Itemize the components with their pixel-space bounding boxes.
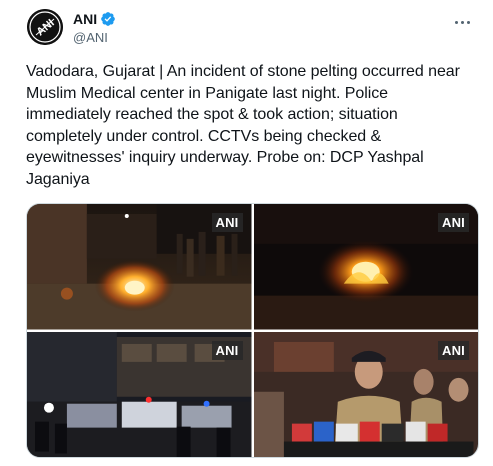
- display-name[interactable]: ANI: [73, 11, 97, 27]
- avatar[interactable]: ANI: [27, 9, 63, 45]
- media-watermark: ANI: [438, 340, 469, 360]
- verified-badge-icon: [101, 12, 115, 26]
- tweet-card[interactable]: ANI ANI @ANI Vadodara, Gujarat | An inci…: [0, 0, 493, 466]
- media-photo-fire-street[interactable]: ANI: [27, 204, 252, 330]
- author-names: ANI @ANI: [73, 11, 116, 45]
- media-grid: ANI ANI ANI ANI: [26, 203, 479, 458]
- more-options-icon[interactable]: [449, 13, 475, 31]
- media-watermark: ANI: [438, 213, 469, 232]
- tweet-text: Vadodara, Gujarat | An incident of stone…: [26, 63, 460, 188]
- media-photo-fire-night[interactable]: ANI: [253, 204, 478, 330]
- tweet-header: ANI ANI @ANI: [25, 7, 481, 49]
- media-watermark: ANI: [211, 340, 243, 360]
- media-photo-officer-briefing[interactable]: ANI: [253, 331, 478, 457]
- handle[interactable]: @ANI: [73, 30, 116, 45]
- media-photo-police-vehicles[interactable]: ANI: [27, 331, 252, 457]
- ani-logo-icon: ANI: [27, 9, 63, 45]
- media-watermark: ANI: [211, 213, 243, 232]
